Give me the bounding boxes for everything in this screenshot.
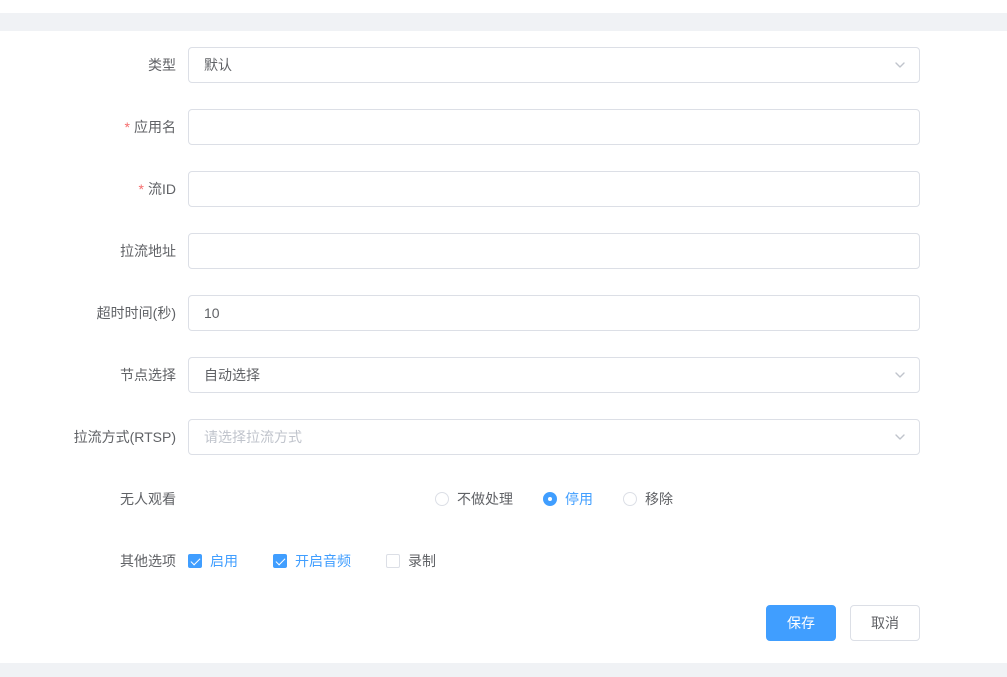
field-label-text: 其他选项 (120, 553, 176, 569)
field-label-text: 流ID (148, 181, 176, 197)
form-card: 类型 默认 *应用名 *流ID (0, 31, 1007, 663)
app-name-field (188, 109, 920, 145)
cancel-button[interactable]: 取消 (850, 605, 920, 641)
stream-id-label: *流ID (0, 171, 176, 207)
chevron-down-icon (893, 430, 907, 444)
pull-mode-label: 拉流方式(RTSP) (0, 419, 176, 455)
radio-label: 移除 (645, 489, 673, 509)
stream-id-field (188, 171, 920, 207)
radio-icon (623, 492, 637, 506)
checkbox-icon (273, 554, 287, 568)
type-field: 默认 (188, 47, 920, 83)
checkbox-audio[interactable]: 开启音频 (273, 551, 351, 571)
pull-url-input[interactable] (188, 233, 920, 269)
radio-no-action[interactable]: 不做处理 (435, 489, 513, 509)
field-label-text: 无人观看 (120, 491, 176, 507)
node-select[interactable]: 自动选择 (188, 357, 920, 393)
form-row-other-options: 其他选项 启用 开启音频 录制 (0, 543, 920, 579)
type-label: 类型 (0, 47, 176, 83)
field-label-text: 类型 (148, 57, 176, 73)
required-mark: * (125, 119, 130, 135)
checkbox-label: 录制 (408, 551, 436, 571)
field-label-text: 拉流地址 (120, 243, 176, 259)
chevron-down-icon (893, 58, 907, 72)
field-label-text: 超时时间(秒) (97, 305, 176, 321)
radio-label: 不做处理 (457, 489, 513, 509)
no-viewer-label: 无人观看 (0, 481, 176, 517)
pull-url-field (188, 233, 920, 269)
select-value: 默认 (204, 55, 232, 75)
radio-disable[interactable]: 停用 (543, 489, 593, 509)
no-viewer-radio-group: 不做处理 停用 移除 (188, 481, 920, 517)
radio-label: 停用 (565, 489, 593, 509)
timeout-field (188, 295, 920, 331)
select-value: 自动选择 (204, 365, 260, 385)
pull-mode-field: 请选择拉流方式 (188, 419, 920, 455)
node-select-label: 节点选择 (0, 357, 176, 393)
checkbox-label: 开启音频 (295, 551, 351, 571)
timeout-label: 超时时间(秒) (0, 295, 176, 331)
form-row-timeout: 超时时间(秒) (0, 295, 920, 331)
type-select[interactable]: 默认 (188, 47, 920, 83)
stream-id-input[interactable] (188, 171, 920, 207)
node-select-field: 自动选择 (188, 357, 920, 393)
field-label-text: 应用名 (134, 119, 176, 135)
timeout-input[interactable] (188, 295, 920, 331)
checkbox-enable[interactable]: 启用 (188, 551, 238, 571)
form-row-pull-url: 拉流地址 (0, 233, 920, 269)
radio-icon (435, 492, 449, 506)
checkbox-record[interactable]: 录制 (386, 551, 436, 571)
checkbox-label: 启用 (210, 551, 238, 571)
form-row-no-viewer: 无人观看 不做处理 停用 移除 (0, 481, 920, 517)
page-background-band-bottom (0, 663, 1007, 677)
checkbox-icon (188, 554, 202, 568)
app-name-input[interactable] (188, 109, 920, 145)
form-actions: 保存 取消 (0, 605, 920, 641)
app-name-label: *应用名 (0, 109, 176, 145)
save-button[interactable]: 保存 (766, 605, 836, 641)
field-label-text: 拉流方式(RTSP) (74, 429, 176, 445)
form-row-app-name: *应用名 (0, 109, 920, 145)
form-row-pull-mode: 拉流方式(RTSP) 请选择拉流方式 (0, 419, 920, 455)
select-placeholder: 请选择拉流方式 (204, 427, 302, 447)
pull-url-label: 拉流地址 (0, 233, 176, 269)
form-row-stream-id: *流ID (0, 171, 920, 207)
radio-icon (543, 492, 557, 506)
field-label-text: 节点选择 (120, 367, 176, 383)
page: 类型 默认 *应用名 *流ID (0, 0, 1007, 677)
other-options-label: 其他选项 (0, 543, 176, 579)
required-mark: * (139, 181, 144, 197)
form-row-node-select: 节点选择 自动选择 (0, 357, 920, 393)
checkbox-icon (386, 554, 400, 568)
form-row-type: 类型 默认 (0, 47, 920, 83)
other-options-checkbox-group: 启用 开启音频 录制 (188, 543, 920, 579)
chevron-down-icon (893, 368, 907, 382)
page-background-band-top (0, 13, 1007, 31)
radio-remove[interactable]: 移除 (623, 489, 673, 509)
pull-mode-select[interactable]: 请选择拉流方式 (188, 419, 920, 455)
